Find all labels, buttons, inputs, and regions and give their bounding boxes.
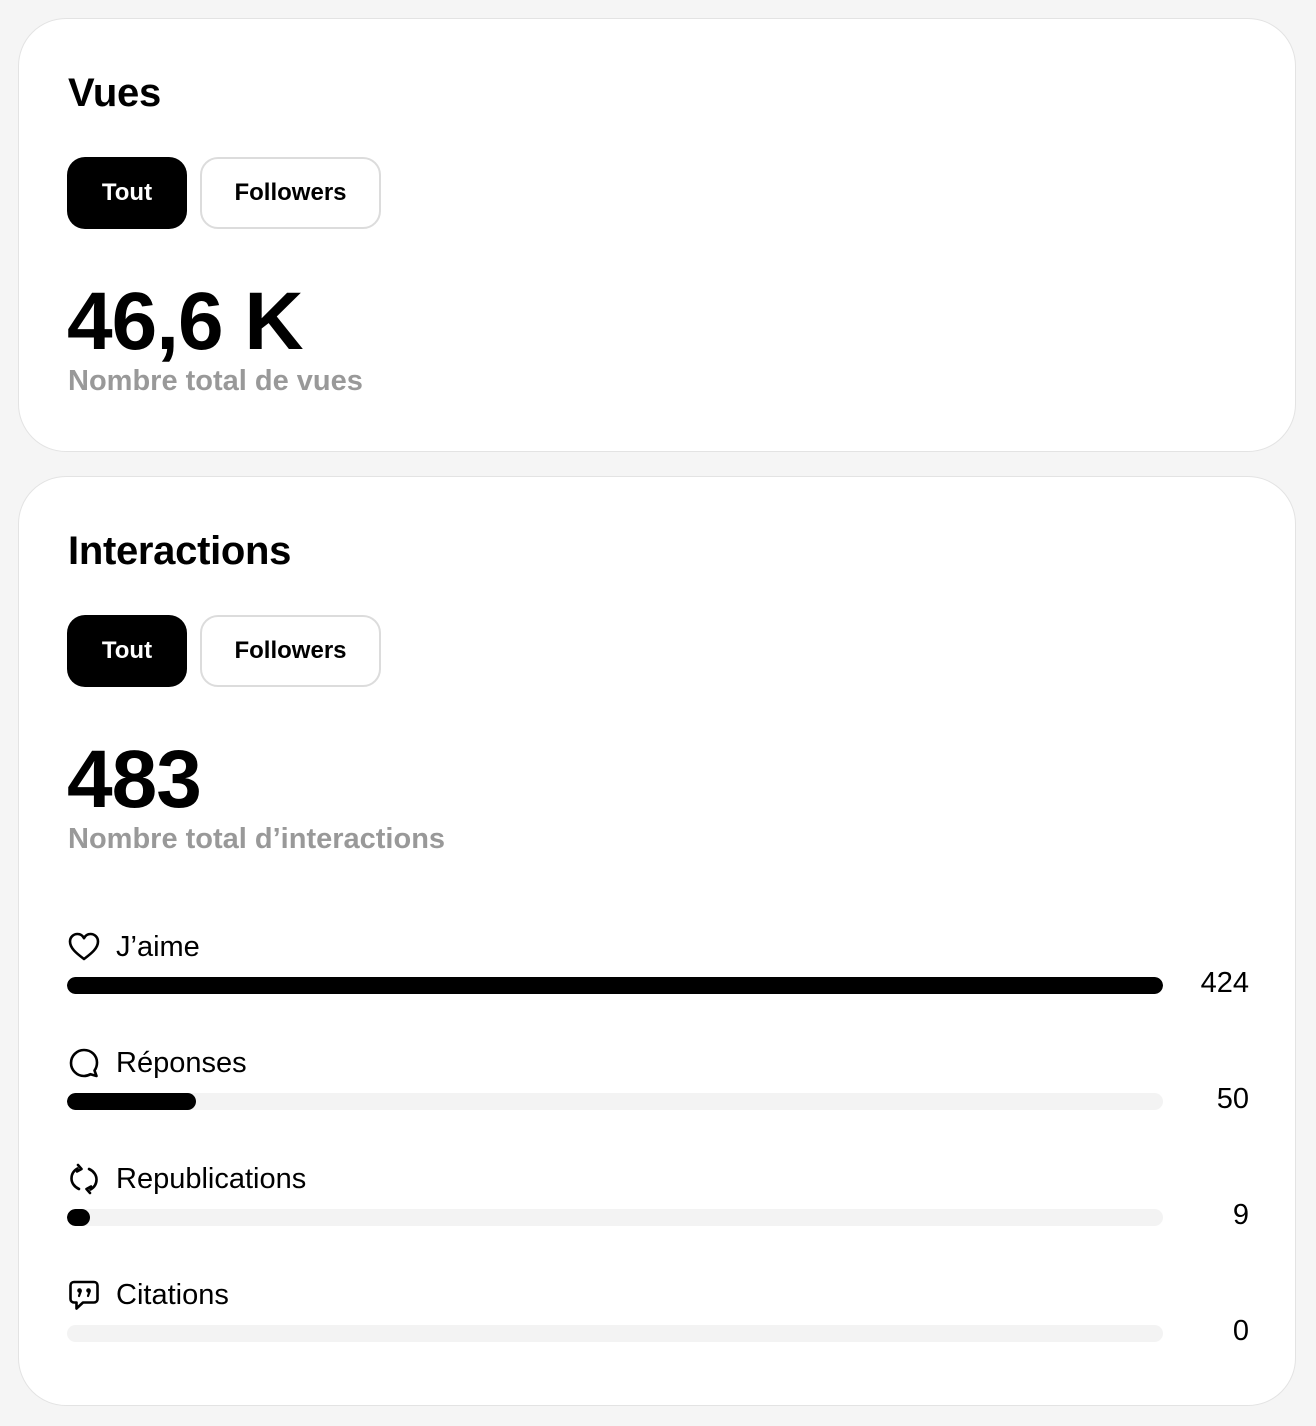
interactions-title: Interactions (68, 529, 292, 573)
progress-fill (67, 977, 1163, 994)
metric-likes: J’aime 424 (67, 929, 1249, 1019)
views-card: Vues Tout Followers 46,6 K Nombre total … (18, 18, 1296, 452)
interactions-card: Interactions Tout Followers 483 Nombre t… (18, 476, 1296, 1406)
quote-icon (67, 1278, 101, 1312)
interactions-tabs: Tout Followers (67, 615, 381, 687)
views-tabs: Tout Followers (67, 157, 381, 229)
metric-reposts: Republications 9 (67, 1161, 1249, 1251)
progress-track (67, 977, 1163, 994)
metric-value: 9 (1232, 1199, 1249, 1231)
interactions-tab-followers[interactable]: Followers (200, 615, 381, 687)
metric-value: 424 (1200, 967, 1249, 999)
views-total: 46,6 K (67, 276, 304, 367)
progress-track (67, 1093, 1163, 1110)
progress-fill (67, 1093, 197, 1110)
interactions-total: 483 (67, 734, 202, 825)
metric-label: J’aime (116, 930, 200, 963)
views-subtitle: Nombre total de vues (68, 365, 363, 397)
views-tab-all[interactable]: Tout (67, 157, 187, 229)
metric-replies: Réponses 50 (67, 1045, 1249, 1135)
progress-track (67, 1209, 1163, 1226)
metric-label: Réponses (116, 1046, 247, 1079)
progress-track (67, 1325, 1163, 1342)
metric-label: Republications (116, 1162, 307, 1195)
repost-icon (67, 1162, 101, 1196)
heart-icon (67, 930, 101, 964)
comment-icon (67, 1046, 101, 1080)
views-title: Vues (68, 71, 161, 115)
metric-value: 0 (1232, 1315, 1249, 1347)
metric-value: 50 (1216, 1083, 1249, 1115)
views-tab-followers[interactable]: Followers (200, 157, 381, 229)
interactions-subtitle: Nombre total d’interactions (68, 823, 446, 855)
metric-quotes: Citations 0 (67, 1277, 1249, 1367)
interactions-tab-all[interactable]: Tout (67, 615, 187, 687)
metric-label: Citations (116, 1278, 229, 1311)
progress-fill (67, 1209, 91, 1226)
